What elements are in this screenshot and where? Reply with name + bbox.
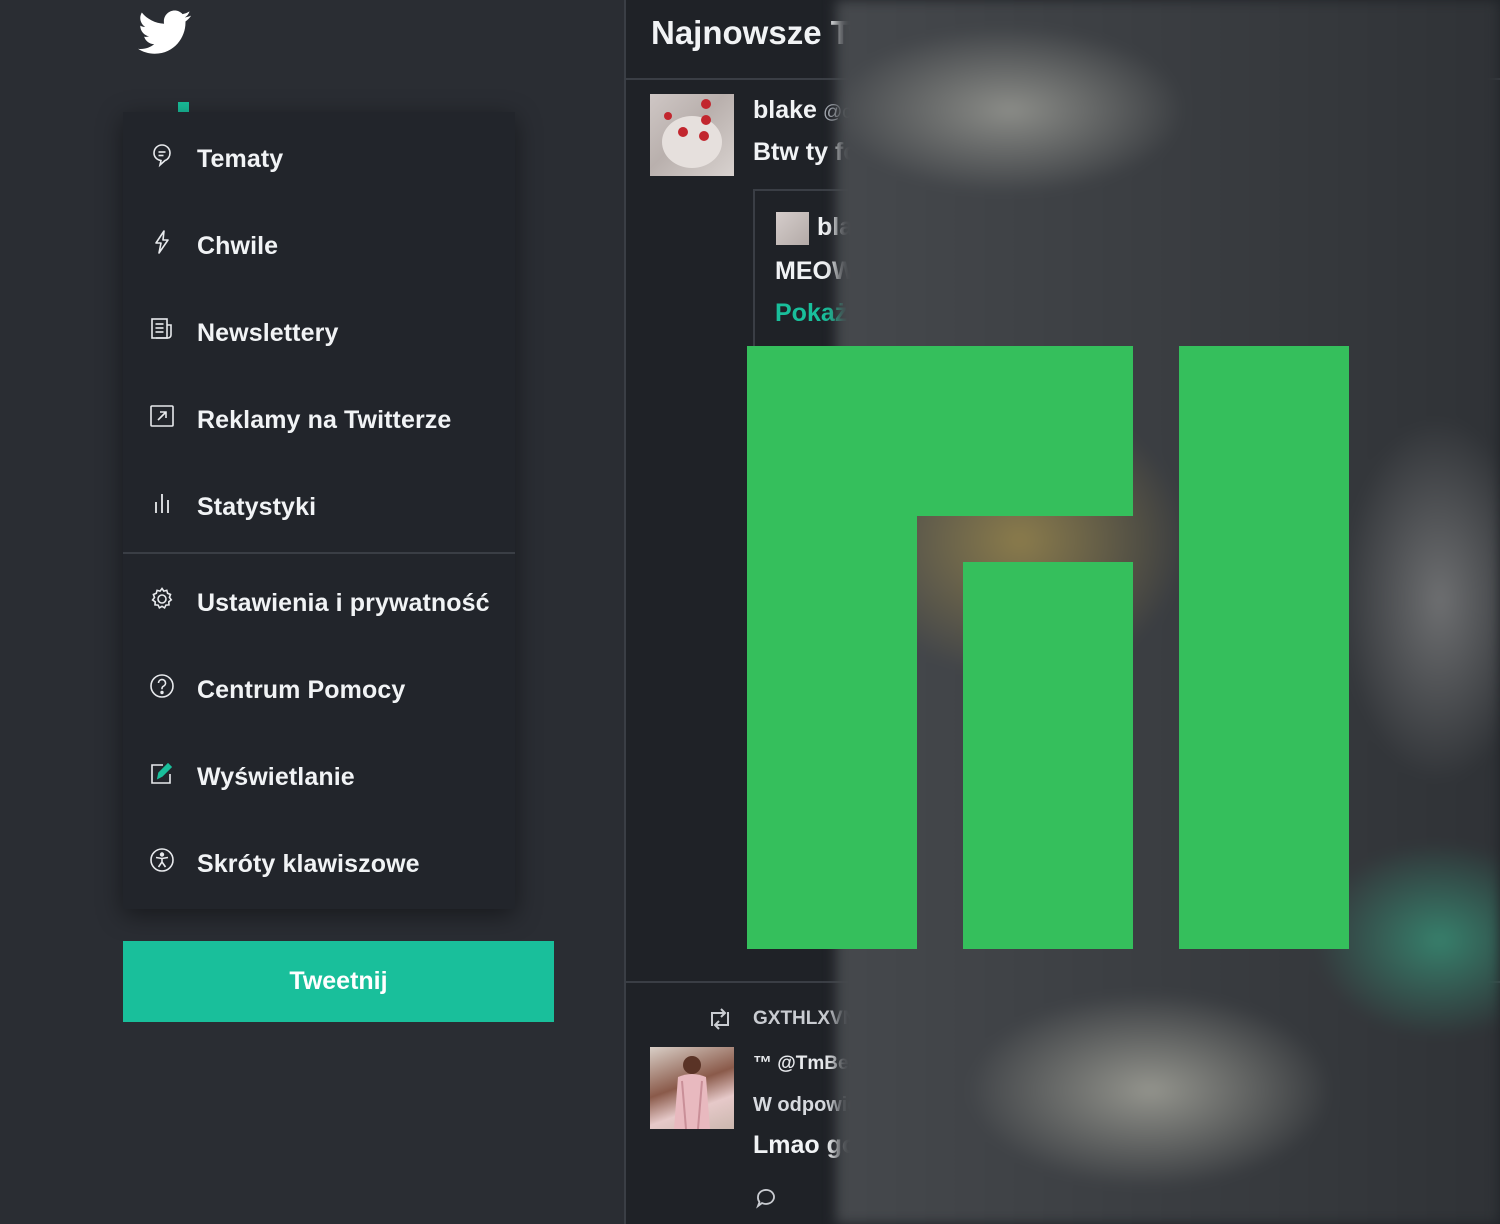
avatar[interactable] [650,94,734,176]
tweet-button[interactable]: Tweetnij [123,941,554,1022]
avatar[interactable] [650,1047,734,1129]
menu-item-label: Wyświetlanie [197,763,355,791]
author-name: blake [753,96,817,124]
menu-item-statystyki[interactable]: Statystyki [123,462,515,549]
bar-chart-icon [155,494,169,513]
more-menu: Tematy Chwile Newslettery Reklamy na Twi… [123,112,515,909]
cat-avatar-image [662,99,722,168]
menu-item-tematy[interactable]: Tematy [123,114,515,201]
menu-item-label: Statystyki [197,493,317,521]
menu-item-label: Newslettery [197,319,339,347]
manjaro-logo [747,346,1349,949]
display-icon [151,762,173,784]
menu-item-label: Tematy [197,145,284,173]
lightning-icon [155,230,169,254]
menu-item-ustawienia[interactable]: Ustawienia i prywatność [123,558,515,645]
menu-item-label: Centrum Pomocy [197,676,406,704]
menu-item-centrum-pomocy[interactable]: Centrum Pomocy [123,645,515,732]
menu-item-label: Reklamy na Twitterze [197,406,452,434]
twitter-bird-icon[interactable] [138,10,192,56]
menu-item-wyswietlanie[interactable]: Wyświetlanie [123,732,515,819]
accessibility-icon [150,848,174,872]
menu-item-reklamy[interactable]: Reklamy na Twitterze [123,375,515,462]
retweet-icon [711,1008,729,1030]
person-avatar-image [674,1056,710,1129]
external-link-icon [150,405,174,427]
gear-icon [151,587,173,610]
newsletter-icon [151,318,172,339]
help-icon [150,674,174,698]
menu-item-label: Skróty klawiszowe [197,850,420,878]
menu-item-label: Chwile [197,232,279,260]
menu-divider [123,552,515,554]
topics-icon [153,144,171,168]
menu-item-chwile[interactable]: Chwile [123,201,515,288]
menu-item-skroty[interactable]: Skróty klawiszowe [123,819,515,906]
left-sidebar: Tematy Chwile Newslettery Reklamy na Twi… [0,0,624,1224]
reply-icon[interactable] [754,1186,778,1210]
quote-avatar [776,212,809,245]
menu-item-label: Ustawienia i prywatność [197,589,490,617]
menu-item-newslettery[interactable]: Newslettery [123,288,515,375]
